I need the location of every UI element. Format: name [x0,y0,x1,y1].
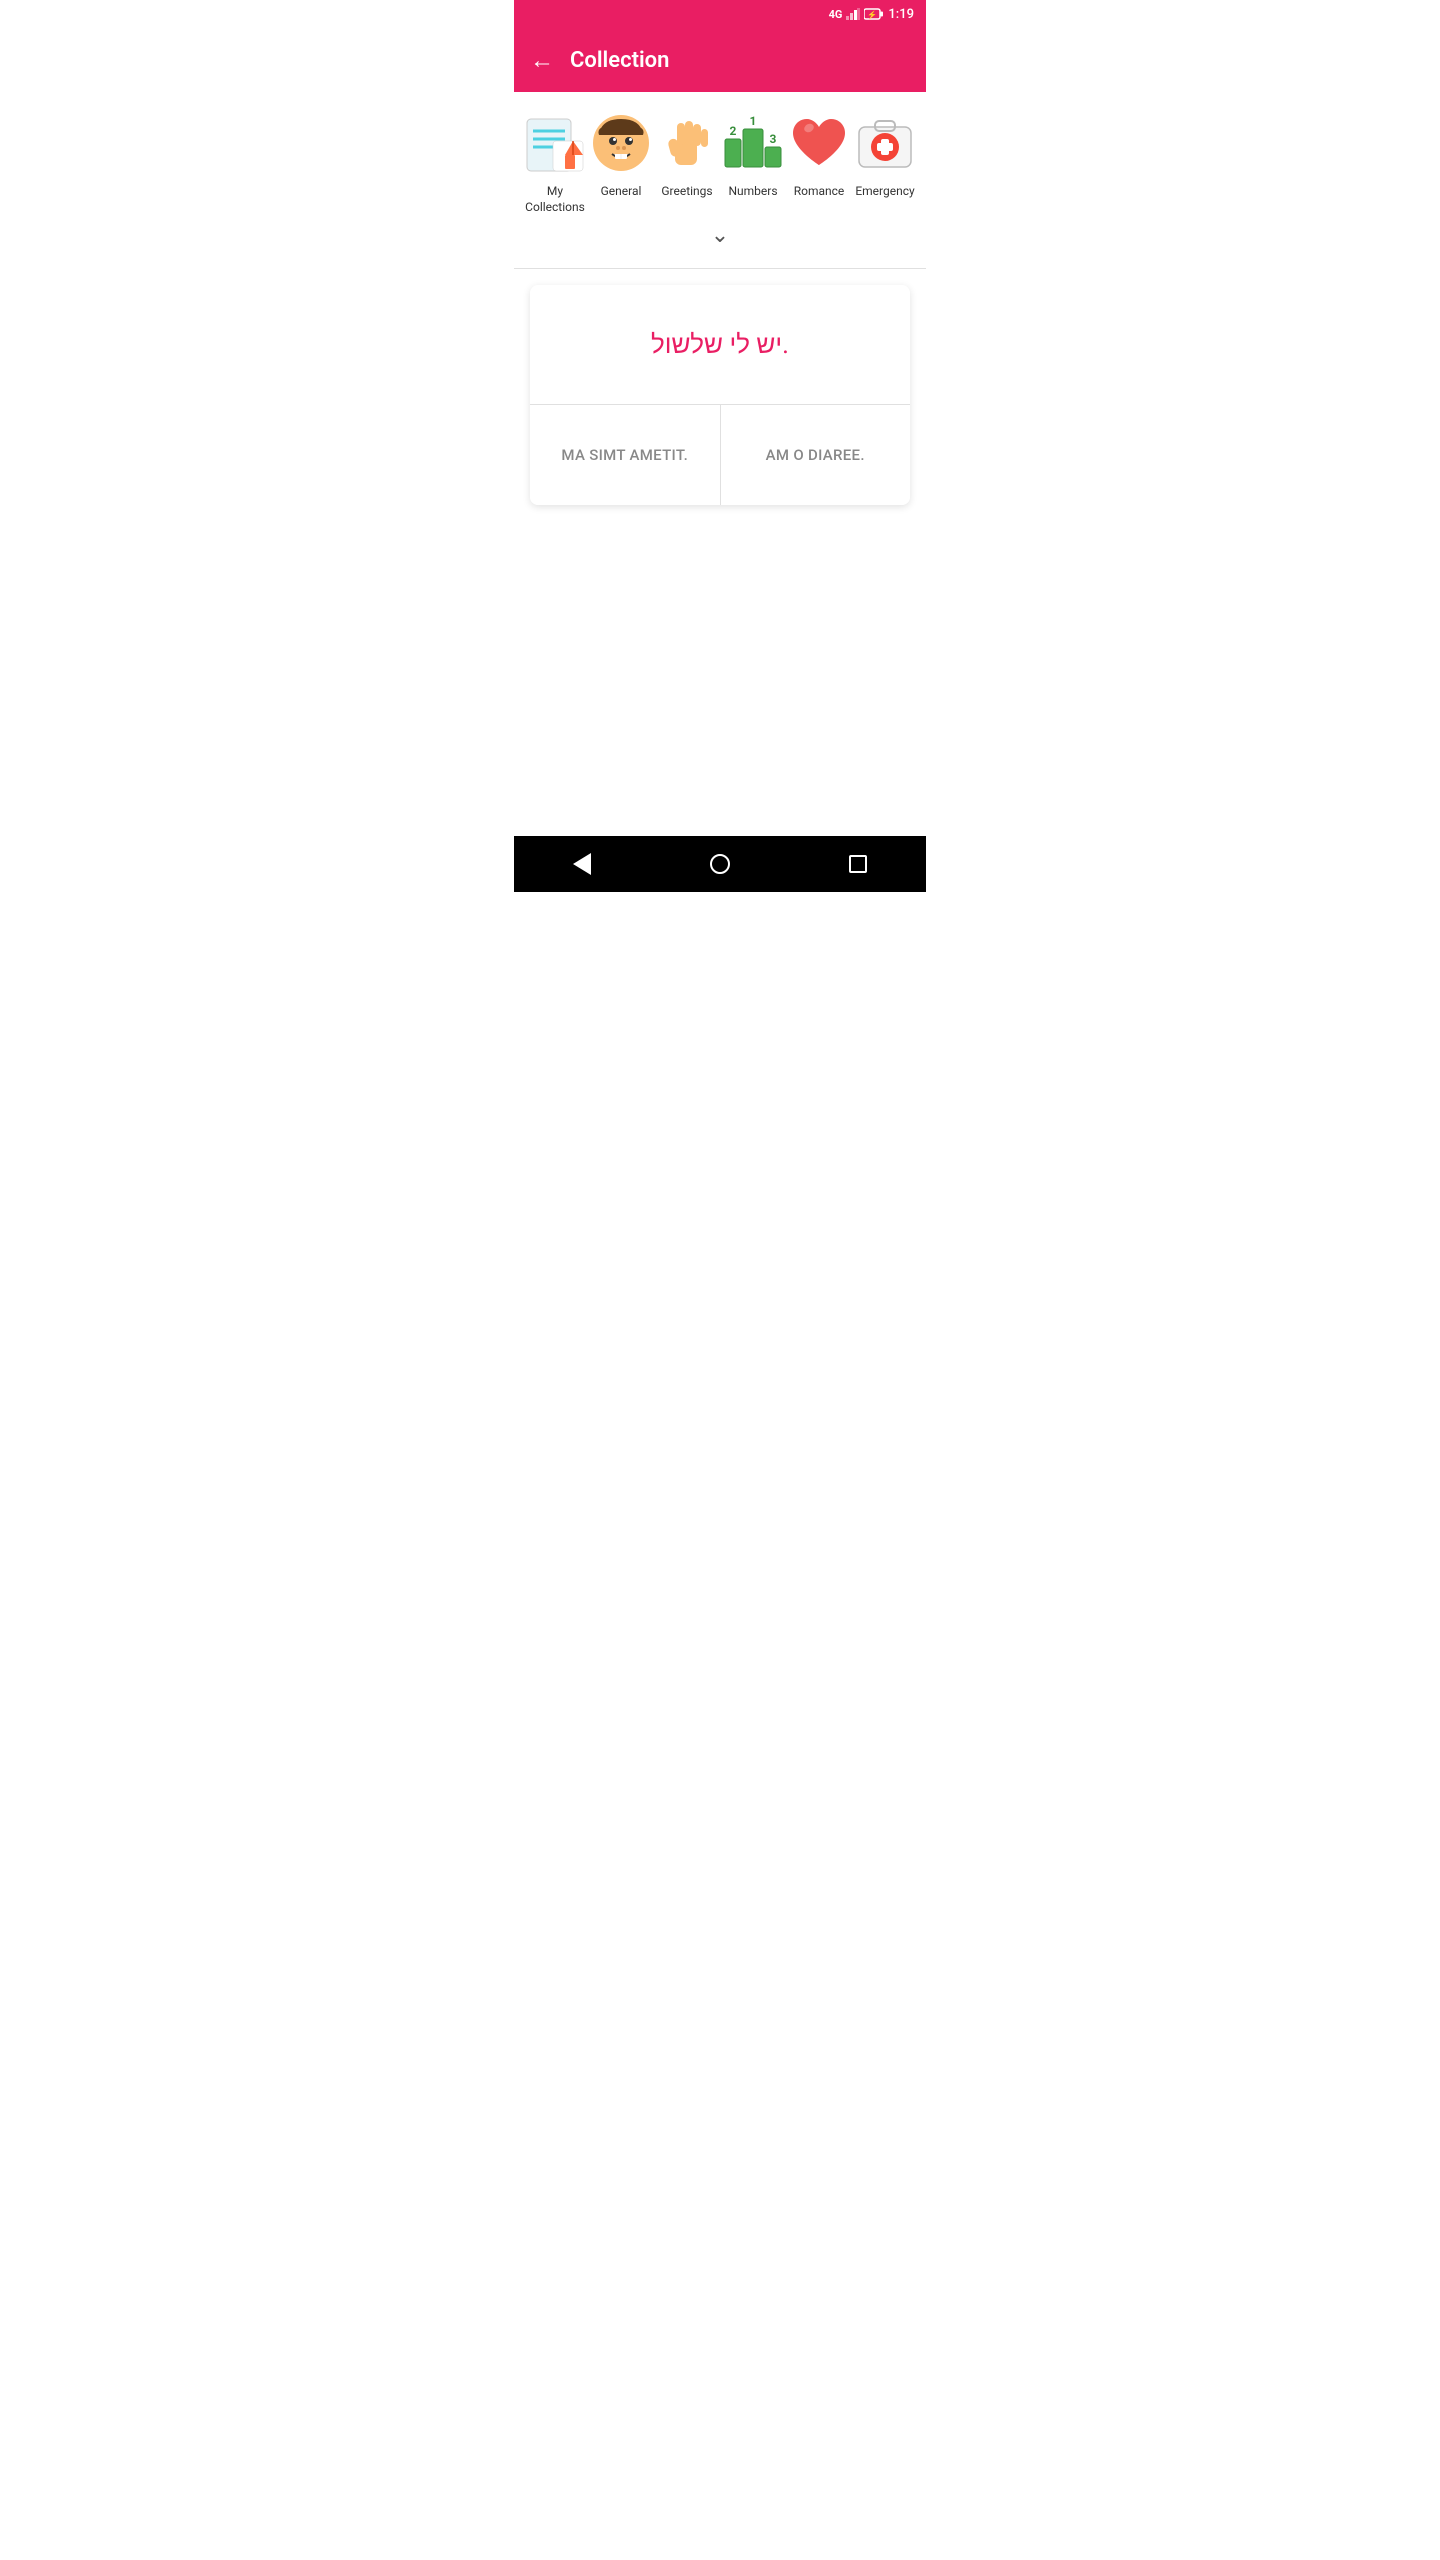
my-collections-icon-container [520,108,590,178]
nav-home-icon [710,854,730,874]
greetings-label: Greetings [661,184,712,200]
category-item-romance[interactable]: Romance [787,108,851,200]
svg-text:1: 1 [750,114,757,128]
svg-text:3: 3 [770,132,777,146]
category-item-my-collections[interactable]: My Collections [523,108,587,215]
numbers-label: Numbers [728,184,777,200]
greetings-icon-container [652,108,722,178]
svg-text:⚡: ⚡ [867,10,877,20]
general-icon [589,111,653,175]
category-item-greetings[interactable]: Greetings [655,108,719,200]
svg-text:2: 2 [730,124,737,138]
category-item-general[interactable]: General [589,108,653,200]
nav-back-button[interactable] [553,845,611,883]
nav-back-icon [573,853,591,875]
status-time: 1:19 [888,7,914,22]
general-icon-container [586,108,656,178]
category-section: My Collections [514,92,926,268]
nav-recent-button[interactable] [829,847,887,881]
romance-label: Romance [794,184,845,200]
status-icons: 4G ⚡ 1:19 [829,7,914,22]
emergency-label: Emergency [855,184,914,200]
flashcard-answer-1-text: MA SIMT AMETIT. [561,446,688,464]
my-collections-label: My Collections [523,184,587,215]
flashcard-hebrew-text: .יש לי שלשול [651,329,789,360]
flashcard-answer-2-text: AM O DIAREE. [766,446,865,464]
category-item-emergency[interactable]: Emergency [853,108,917,200]
flashcard-section: .יש לי שלשול MA SIMT AMETIT. AM O DIAREE… [514,269,926,521]
nav-recent-icon [849,855,867,873]
romance-icon [787,111,851,175]
chevron-down-icon[interactable]: ⌄ [711,223,729,248]
nav-home-button[interactable] [690,846,750,882]
flashcard-question: .יש לי שלשול [530,285,910,405]
my-collections-icon [523,111,587,175]
romance-icon-container [784,108,854,178]
emergency-icon [853,111,917,175]
expand-row: ⌄ [522,215,918,260]
battery-icon: ⚡ [864,8,884,20]
general-label: General [601,184,642,200]
flashcard-answer-1[interactable]: MA SIMT AMETIT. [530,405,721,505]
app-bar: ← Collection [514,28,926,92]
greetings-icon [655,111,719,175]
back-button[interactable]: ← [530,48,554,72]
category-item-numbers[interactable]: 2 1 3 Numbers [721,108,785,200]
numbers-icon: 2 1 3 [721,111,785,175]
category-row: My Collections [522,108,918,215]
emergency-icon-container [850,108,920,178]
flashcard-answer-2[interactable]: AM O DIAREE. [721,405,911,505]
network-indicator: 4G [829,8,843,21]
flashcard-answers: MA SIMT AMETIT. AM O DIAREE. [530,405,910,505]
numbers-icon-container: 2 1 3 [718,108,788,178]
bottom-nav [514,836,926,892]
signal-icon [846,8,860,20]
app-title: Collection [570,48,669,73]
flashcard: .יש לי שלשול MA SIMT AMETIT. AM O DIAREE… [530,285,910,505]
status-bar: 4G ⚡ 1:19 [514,0,926,28]
